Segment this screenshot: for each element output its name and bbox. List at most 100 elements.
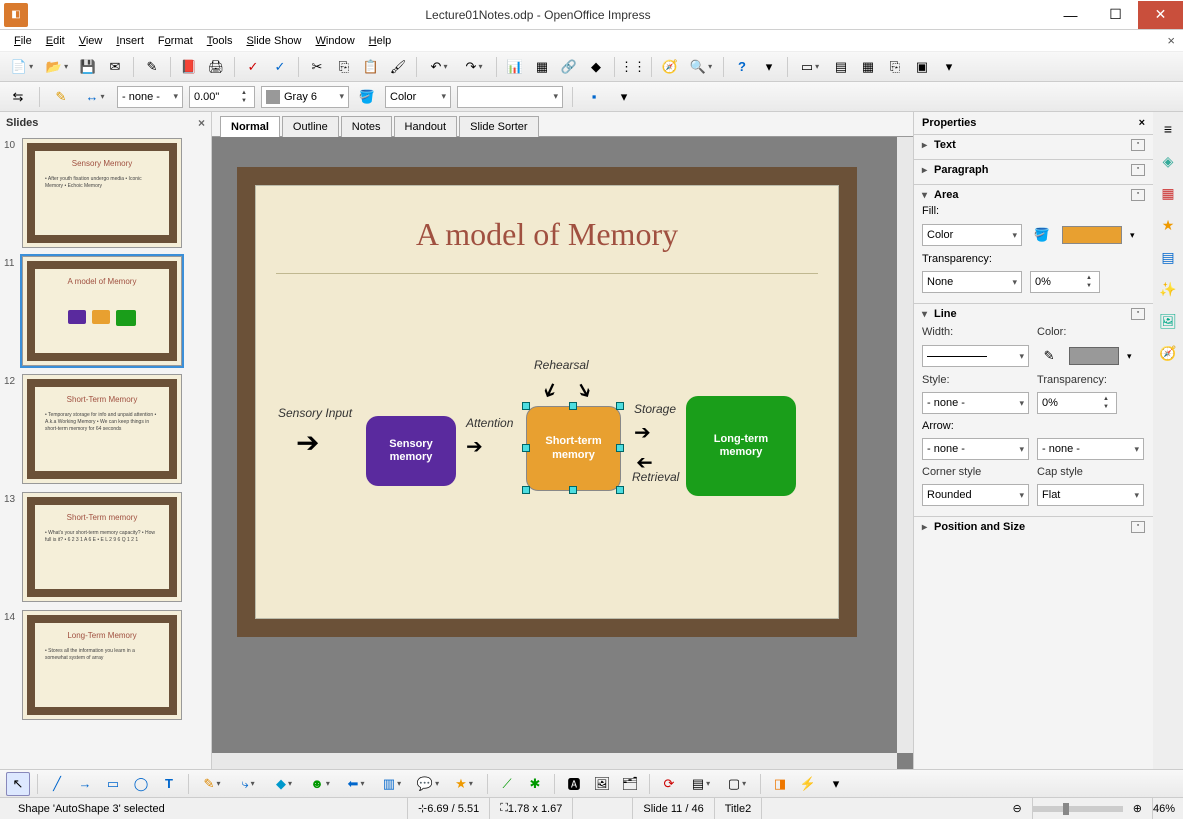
- callouts-tool[interactable]: 💬: [412, 772, 444, 796]
- tab-normal[interactable]: Normal: [220, 116, 280, 137]
- slideshow-button[interactable]: ▣: [910, 55, 934, 79]
- slides-list[interactable]: 10Sensory Memory• After youth fixation u…: [0, 134, 211, 769]
- sidetab-master[interactable]: ▦: [1157, 182, 1179, 204]
- more-icon[interactable]: ▫: [1131, 521, 1145, 533]
- bucket-icon[interactable]: 🪣: [1030, 223, 1054, 247]
- transparency-spinner[interactable]: 0%▲▼: [1030, 271, 1100, 293]
- line-width-combo[interactable]: ▾: [922, 345, 1029, 367]
- minimize-button[interactable]: —: [1048, 1, 1093, 29]
- fill-type-combo[interactable]: Color▾: [385, 86, 451, 108]
- interaction-tool[interactable]: ⚡: [796, 772, 820, 796]
- table-button[interactable]: ▦: [530, 55, 554, 79]
- fontwork-tool[interactable]: 🅰: [562, 772, 586, 796]
- shadow-button[interactable]: ▪: [582, 85, 606, 109]
- show-draw-button[interactable]: ◆: [584, 55, 608, 79]
- tab-outline[interactable]: Outline: [282, 116, 339, 137]
- pencil-icon[interactable]: ✎: [1037, 344, 1061, 368]
- section-line[interactable]: Line: [934, 308, 957, 320]
- maximize-button[interactable]: ☐: [1093, 1, 1138, 29]
- copy-button[interactable]: ⎘: [332, 55, 356, 79]
- cut-button[interactable]: ✂: [305, 55, 329, 79]
- sidetab-nav[interactable]: 🧭: [1157, 342, 1179, 364]
- rect-tool[interactable]: ▭: [101, 772, 125, 796]
- new-button[interactable]: 📄: [6, 55, 38, 79]
- flowcharts-tool[interactable]: ▥: [376, 772, 408, 796]
- fill-color-combo[interactable]: ▾: [457, 86, 563, 108]
- chart-button[interactable]: 📊: [503, 55, 527, 79]
- sidetab-3d[interactable]: ◈: [1157, 150, 1179, 172]
- redo-button[interactable]: ↷: [458, 55, 490, 79]
- section-position[interactable]: Position and Size: [934, 521, 1025, 533]
- more-icon[interactable]: ▫: [1131, 139, 1145, 151]
- arrow-left-combo[interactable]: - none -▾: [922, 438, 1029, 460]
- zoom-out-button[interactable]: ⊖: [1003, 798, 1033, 819]
- help-button[interactable]: ?: [730, 55, 754, 79]
- arrow-tool[interactable]: →: [73, 772, 97, 796]
- edit-button[interactable]: ✎: [140, 55, 164, 79]
- spellcheck-button[interactable]: ✓: [241, 55, 265, 79]
- linearrow-button[interactable]: ↔: [79, 85, 111, 109]
- line-style-combo[interactable]: - none -▾: [117, 86, 183, 108]
- more-icon[interactable]: ▫: [1131, 164, 1145, 176]
- tab-notes[interactable]: Notes: [341, 116, 392, 137]
- more-icon[interactable]: ▫: [1131, 308, 1145, 320]
- scrollbar-horizontal[interactable]: [212, 753, 897, 769]
- block-arrows-tool[interactable]: ⬅: [340, 772, 372, 796]
- grid-button[interactable]: ⋮⋮: [621, 55, 645, 79]
- corner-combo[interactable]: Rounded▾: [922, 484, 1029, 506]
- box-sensory[interactable]: Sensory memory: [366, 416, 456, 486]
- section-text[interactable]: Text: [934, 139, 956, 151]
- menu-edit[interactable]: Edit: [40, 33, 71, 49]
- more-icon[interactable]: ▫: [1131, 189, 1145, 201]
- menu-insert[interactable]: Insert: [110, 33, 150, 49]
- print-button[interactable]: 🖨: [204, 55, 228, 79]
- paste-button[interactable]: 📋: [359, 55, 383, 79]
- close-button[interactable]: ✕: [1138, 1, 1183, 29]
- navigator-button[interactable]: 🧭: [658, 55, 682, 79]
- section-area[interactable]: Area: [934, 189, 958, 201]
- tb-more[interactable]: ▾: [824, 772, 848, 796]
- slides-close-button[interactable]: ×: [198, 116, 205, 130]
- align-tool[interactable]: ▤: [685, 772, 717, 796]
- line-tool[interactable]: ╱: [45, 772, 69, 796]
- undo-button[interactable]: ↶: [423, 55, 455, 79]
- zoom-button[interactable]: 🔍: [685, 55, 717, 79]
- arrange-tool[interactable]: ▢: [721, 772, 753, 796]
- menu-format[interactable]: Format: [152, 33, 199, 49]
- slide-button[interactable]: ▭: [794, 55, 826, 79]
- fill-type-combo[interactable]: Color▾: [922, 224, 1022, 246]
- sidetab-gallery[interactable]: 🖼: [1157, 310, 1179, 332]
- tab-handout[interactable]: Handout: [394, 116, 458, 137]
- duplicate-slide-button[interactable]: ⎘: [883, 55, 907, 79]
- cap-combo[interactable]: Flat▾: [1037, 484, 1144, 506]
- menu-slideshow[interactable]: Slide Show: [240, 33, 307, 49]
- highlight-button[interactable]: ✎: [49, 85, 73, 109]
- menu-help[interactable]: Help: [363, 33, 398, 49]
- from-file-tool[interactable]: 🖼: [590, 772, 614, 796]
- email-button[interactable]: ✉: [103, 55, 127, 79]
- props-close-button[interactable]: ×: [1139, 117, 1145, 129]
- area-button[interactable]: 🪣: [355, 85, 379, 109]
- ellipse-tool[interactable]: ◯: [129, 772, 153, 796]
- zoom-in-button[interactable]: ⊕: [1123, 798, 1153, 819]
- zoom-value[interactable]: 46%: [1153, 803, 1175, 815]
- line-color-combo[interactable]: Gray 6▾: [261, 86, 349, 108]
- basic-shapes-tool[interactable]: ◆: [268, 772, 300, 796]
- transparency-type-combo[interactable]: None▾: [922, 271, 1022, 293]
- slide-canvas[interactable]: A model of Memory Sensory Input ➔ Sensor…: [212, 137, 913, 769]
- menu-view[interactable]: View: [73, 33, 109, 49]
- text-tool[interactable]: T: [157, 772, 181, 796]
- scrollbar-vertical[interactable]: [897, 137, 913, 753]
- stars-tool[interactable]: ★: [448, 772, 480, 796]
- zoom-slider[interactable]: [1033, 806, 1123, 812]
- format-paint-button[interactable]: 🖌: [386, 55, 410, 79]
- tb2more-button[interactable]: ▾: [612, 85, 636, 109]
- points-tool[interactable]: ⟋: [495, 772, 519, 796]
- line-trans-spinner[interactable]: 0%▲▼: [1037, 392, 1117, 414]
- menu-window[interactable]: Window: [310, 33, 361, 49]
- sidetab-properties[interactable]: ≡: [1157, 118, 1179, 140]
- sidetab-anim[interactable]: ✨: [1157, 278, 1179, 300]
- symbol-shapes-tool[interactable]: ☻: [304, 772, 336, 796]
- pdf-button[interactable]: 📕: [177, 55, 201, 79]
- open-button[interactable]: 📂: [41, 55, 73, 79]
